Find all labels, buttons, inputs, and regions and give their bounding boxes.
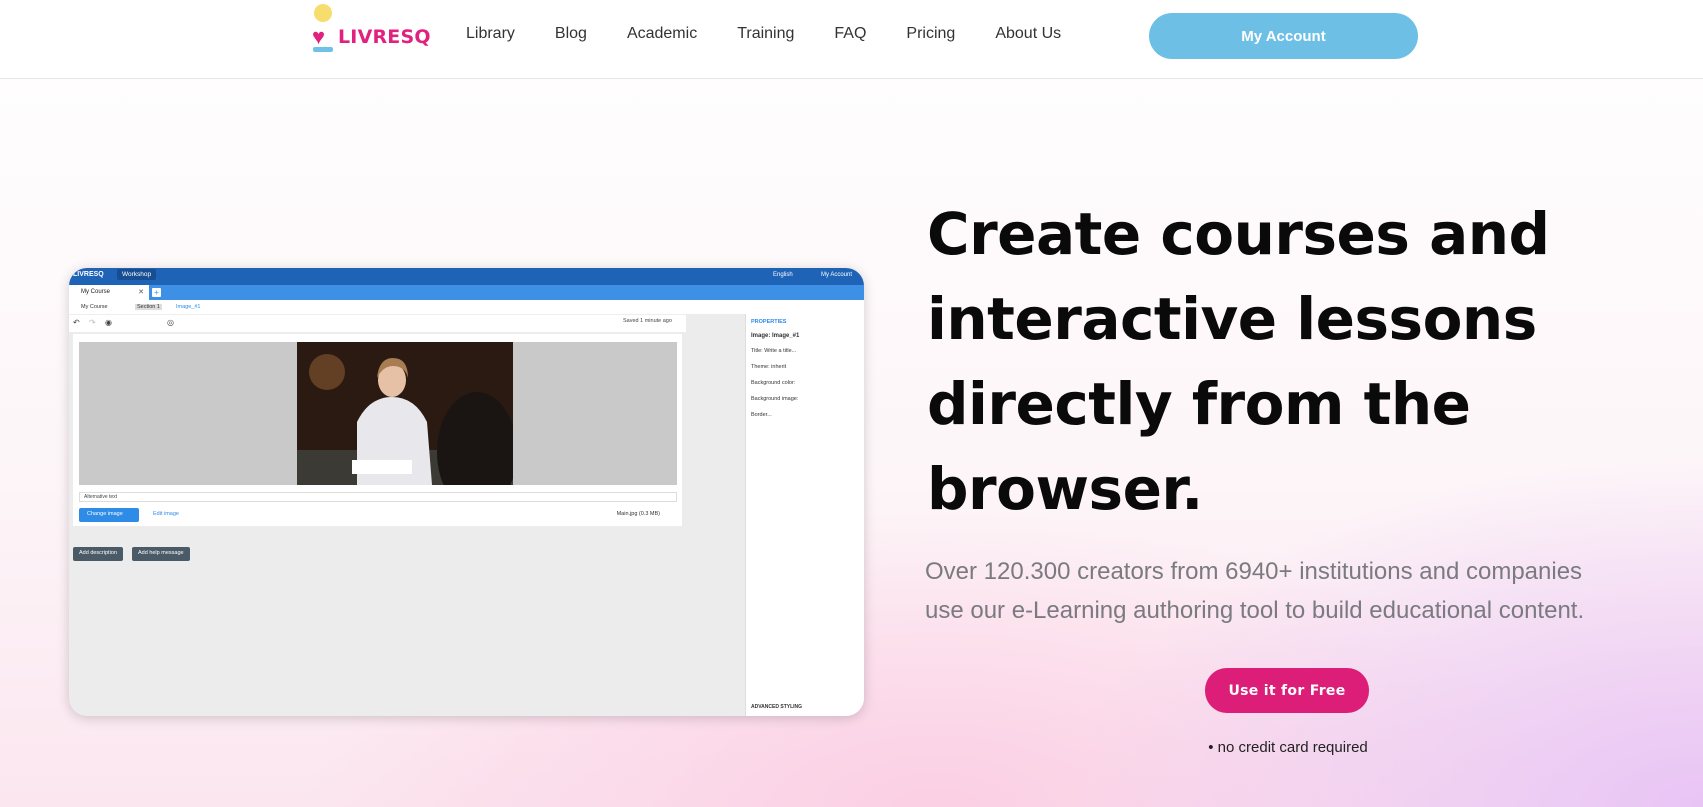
crumb-section: Section 1 — [135, 304, 162, 310]
app-account: My Account — [821, 272, 853, 278]
woman-at-desk-illustration — [297, 342, 513, 485]
my-account-button[interactable]: My Account — [1149, 13, 1418, 59]
plus-icon: + — [152, 288, 161, 297]
nav-link-about-us[interactable]: About Us — [995, 25, 1061, 43]
preview-icon: ◉ — [105, 318, 112, 327]
close-icon: ✕ — [138, 289, 144, 296]
top-navbar: ♥ LIVRESQ Library Blog Academic Training… — [0, 0, 1703, 79]
prop-title-row: Title: Write a title... — [751, 348, 797, 354]
saved-status: Saved 1 minute ago — [623, 318, 672, 324]
hero-subtitle: Over 120.300 creators from 6940+ institu… — [925, 552, 1660, 630]
prop-bg-image-row: Background image: — [751, 396, 799, 402]
nav-link-academic[interactable]: Academic — [627, 25, 697, 43]
alt-text-field: Alternative text — [79, 492, 677, 502]
use-it-for-free-button[interactable]: Use it for Free — [1205, 668, 1369, 713]
file-info: Main.jpg (0.3 MB) — [616, 511, 660, 517]
undo-icon: ↶ — [73, 318, 80, 327]
add-help-message-button: Add help message — [132, 547, 190, 561]
change-image-button: Change image — [79, 508, 139, 522]
properties-panel: PROPERTIES Image: Image_#1 Title: Write … — [745, 314, 864, 716]
app-logo: LIVRESQ — [73, 271, 104, 278]
workshop-badge: Workshop — [117, 269, 157, 280]
app-tabbar: My Course ✕ + — [69, 285, 864, 300]
nav-link-library[interactable]: Library — [466, 25, 515, 43]
hero-subtitle-line: use our e-Learning authoring tool to bui… — [925, 597, 1585, 624]
app-preview-screenshot: LIVRESQ Workshop English My Account My C… — [69, 268, 864, 716]
livresq-logo[interactable]: ♥ LIVRESQ — [310, 4, 431, 52]
prop-theme-row: Theme: inherit — [751, 364, 787, 370]
properties-heading: PROPERTIES — [751, 319, 787, 325]
hero-title-line: directly from the — [927, 370, 1471, 438]
course-tab: My Course ✕ — [69, 285, 149, 300]
nav-link-blog[interactable]: Blog — [555, 25, 587, 43]
nav-link-training[interactable]: Training — [737, 25, 794, 43]
editor-canvas: Alternative text Change image Edit image… — [73, 334, 682, 526]
hero-subtitle-line: Over 120.300 creators from 6940+ institu… — [925, 558, 1583, 585]
prop-border-row: Border... — [751, 412, 772, 418]
add-description-button: Add description — [73, 547, 123, 561]
hero-title-line: interactive lessons — [927, 285, 1537, 353]
crumb-image: Image_#1 — [176, 304, 201, 310]
hero-title: Create courses and interactive lessons d… — [927, 192, 1627, 532]
no-credit-card-note: • no credit card required — [1208, 739, 1368, 756]
app-topbar: LIVRESQ Workshop English My Account — [69, 268, 864, 285]
app-breadcrumb: My Course Section 1 Image_#1 — [69, 300, 864, 314]
hero-title-line: browser. — [927, 455, 1203, 523]
app-toolbar: ↶ ↷ ◉ ◎ Saved 1 minute ago — [69, 314, 686, 332]
nav-link-faq[interactable]: FAQ — [834, 25, 866, 43]
eye-icon: ◎ — [167, 318, 174, 327]
heart-icon: ♥ — [312, 24, 326, 49]
language-selector: English — [773, 272, 793, 278]
properties-title: Image: Image_#1 — [751, 333, 800, 339]
edit-image-link: Edit image — [153, 511, 179, 517]
logo-bar-icon — [313, 47, 333, 52]
advanced-styling-heading: ADVANCED STYLING — [751, 704, 803, 710]
woman-photo — [297, 342, 513, 485]
hero-title-line: Create courses and — [927, 200, 1550, 268]
logo-text: LIVRESQ — [338, 26, 431, 48]
crumb-course: My Course — [81, 304, 108, 310]
prop-bg-color-row: Background color: — [751, 380, 796, 386]
nav-link-pricing[interactable]: Pricing — [906, 25, 955, 43]
course-tab-label: My Course — [81, 289, 111, 295]
redo-icon: ↷ — [89, 318, 96, 327]
main-menu: Library Blog Academic Training FAQ Prici… — [466, 25, 1101, 43]
sun-icon — [314, 4, 332, 22]
